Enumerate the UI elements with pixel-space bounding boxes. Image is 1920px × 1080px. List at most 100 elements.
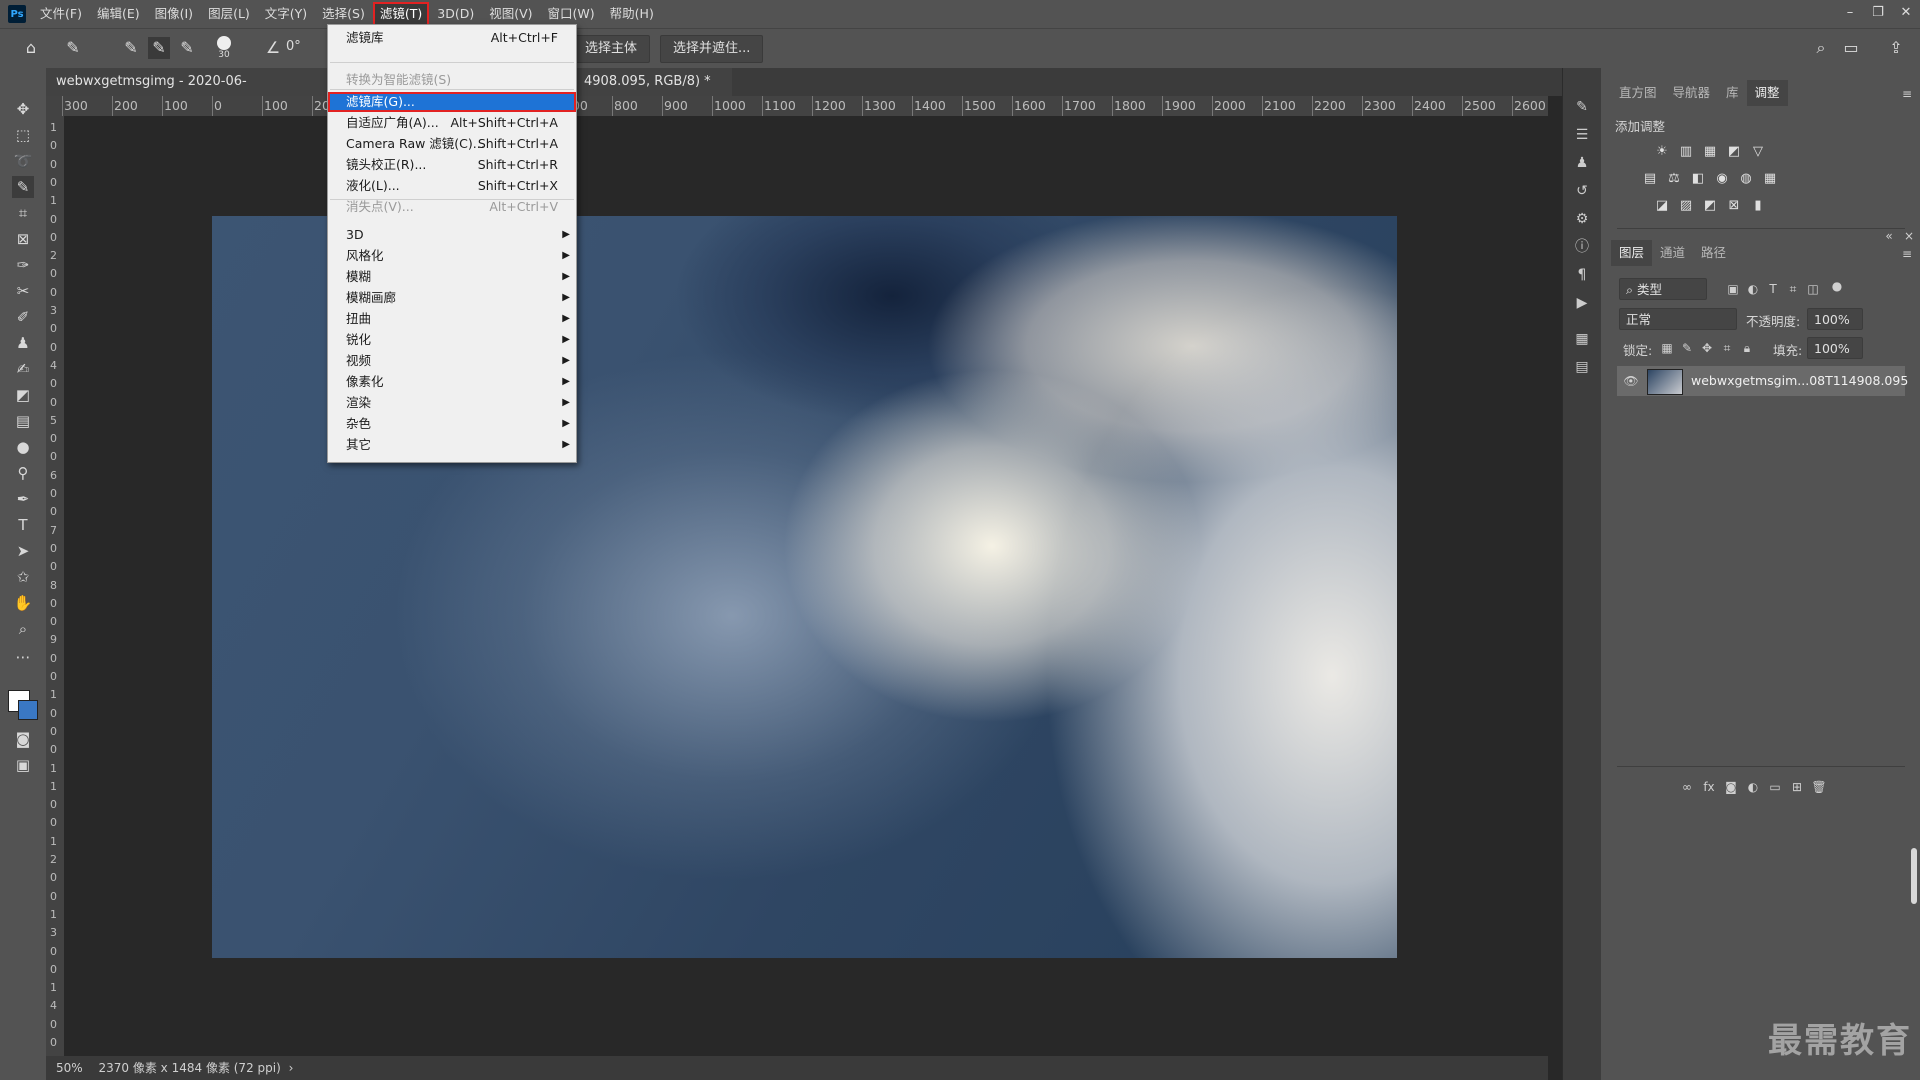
lock-position-icon[interactable]: ✥ [1699,340,1715,356]
home-icon[interactable]: ⌂ [20,37,42,59]
layer-comps-icon[interactable]: ▦ [1573,330,1591,348]
tab-paths[interactable]: 路径 [1693,240,1734,266]
eyedropper-tool-icon[interactable]: ✑ [12,254,34,276]
invert-icon[interactable]: ◪ [1653,198,1671,214]
document-tab[interactable]: webwxgetmsgimg - 2020-06-08T114908.095-1 [46,68,351,117]
filter-toggle-icon[interactable]: ● [1829,278,1845,294]
filter-menu-item[interactable]: 滤镜库 Alt+Ctrl+F [328,28,576,48]
select-and-mask-button[interactable]: 选择并遮住... [660,35,764,63]
marquee-tool-icon[interactable]: ⬚ [12,124,34,146]
background-color-swatch[interactable] [18,700,38,720]
properties-icon[interactable]: ☰ [1573,126,1591,144]
tab-adjustments[interactable]: 调整 [1746,80,1788,106]
menu-image[interactable]: 图像(I) [149,3,199,25]
document-tab-rest[interactable]: 4908.095, RGB/8) * × [574,68,732,117]
new-adjustment-layer-icon[interactable]: ◐ [1745,779,1761,795]
filter-menu-item[interactable]: 杂色 ▶ [328,414,576,434]
delete-layer-icon[interactable]: 🗑︎ [1811,779,1827,795]
hand-tool-icon[interactable]: ✋ [12,592,34,614]
clone-source-icon[interactable]: ♟ [1573,154,1591,172]
history-icon[interactable]: ↺ [1573,182,1591,200]
hue-saturation-icon[interactable]: ▤ [1641,171,1659,187]
tab-library[interactable]: 库 [1718,80,1747,106]
menu-help[interactable]: 帮助(H) [604,3,660,25]
search-icon[interactable]: ⌕ [1810,37,1832,59]
layer-row[interactable]: 👁︎ webwxgetmsgim...08T114908.095 [1617,366,1908,396]
smart-object-filter-icon[interactable]: ◫ [1805,281,1821,297]
menu-select[interactable]: 选择(S) [316,3,371,25]
minimize-icon[interactable]: – [1836,0,1864,24]
add-mask-icon[interactable]: ◙ [1723,779,1739,795]
layer-style-fx-icon[interactable]: fx [1701,779,1717,795]
filter-menu-item[interactable]: 3D ▶ [328,225,576,245]
frame-tool-icon[interactable]: ⊠ [12,228,34,250]
photo-filter-icon[interactable]: ◉ [1713,171,1731,187]
close-panel-icon[interactable]: × [1901,228,1917,244]
fill-field[interactable]: 100% [1807,337,1863,359]
lock-all-icon[interactable]: 🔒︎ [1739,340,1755,356]
quick-mask-icon[interactable]: ◙ [12,728,34,750]
color-lookup-icon[interactable]: ▦ [1761,171,1779,187]
subtract-selection-icon[interactable]: ✎ [176,37,198,59]
filter-menu-item[interactable]: 模糊画廊 ▶ [328,288,576,308]
filter-menu-item[interactable]: 自适应广角(A)... Alt+Shift+Ctrl+A [328,113,576,133]
path-selection-tool-icon[interactable]: ➤ [12,540,34,562]
paragraph-icon[interactable]: ¶ [1573,266,1591,284]
type-tool-icon[interactable]: T [12,514,34,536]
panel-scrollbar[interactable] [1911,848,1917,904]
layer-name[interactable]: webwxgetmsgim...08T114908.095 [1691,373,1908,388]
dodge-tool-icon[interactable]: ⚲ [12,462,34,484]
new-layer-icon[interactable]: ⊞ [1789,779,1805,795]
lock-artboard-icon[interactable]: ⌗ [1719,340,1735,356]
crop-tool-icon[interactable]: ⌗ [12,202,34,224]
quick-select-tool-icon[interactable]: ✎ [62,37,84,59]
select-subject-button[interactable]: 选择主体 [572,35,651,63]
type-filter-icon[interactable]: T [1765,281,1781,297]
filter-menu-item[interactable]: Camera Raw 滤镜(C)... Shift+Ctrl+A [328,134,576,154]
tab-channels[interactable]: 通道 [1652,240,1693,266]
posterize-icon[interactable]: ▨ [1677,198,1695,214]
menu-filter[interactable]: 滤镜(T) [372,2,430,26]
filter-menu-item[interactable]: 模糊 ▶ [328,267,576,287]
menu-3d[interactable]: 3D(D) [431,3,480,25]
lock-pixels-icon[interactable]: ✎ [1679,340,1695,356]
info-icon[interactable]: ⓘ [1573,238,1591,256]
blur-tool-icon[interactable]: ● [12,436,34,458]
selective-color-icon[interactable]: ⊠ [1725,198,1743,214]
blend-mode-select[interactable]: 正常 [1619,308,1737,330]
new-group-icon[interactable]: ▭ [1767,779,1783,795]
lock-transparent-icon[interactable]: ▦ [1659,340,1675,356]
actions-play-icon[interactable]: ▶ [1573,294,1591,312]
brush-settings-icon[interactable]: ✎ [1573,98,1591,116]
visibility-eye-icon[interactable]: 👁︎ [1623,373,1639,389]
menu-type[interactable]: 文字(Y) [259,3,313,25]
curves-icon[interactable]: ▦ [1701,144,1719,160]
menu-file[interactable]: 文件(F) [34,3,88,25]
brush-size-picker[interactable]: 30 [214,36,234,62]
black-white-icon[interactable]: ◧ [1689,171,1707,187]
filter-menu-item[interactable]: 锐化 ▶ [328,330,576,350]
menu-view[interactable]: 视图(V) [483,3,538,25]
history-brush-tool-icon[interactable]: ✍ [12,358,34,380]
zoom-tool-icon[interactable]: ⌕ [12,618,34,640]
notes-icon[interactable]: ▤ [1573,358,1591,376]
filter-menu-item[interactable]: 其它 ▶ [328,435,576,455]
shape-filter-icon[interactable]: ⌗ [1785,281,1801,297]
shape-tool-icon[interactable]: ✩ [12,566,34,588]
more-tools-icon[interactable]: ⋯ [12,646,34,668]
tab-navigator[interactable]: 导航器 [1665,80,1719,106]
restore-icon[interactable]: ❐ [1864,0,1892,24]
clone-stamp-tool-icon[interactable]: ♟ [12,332,34,354]
channel-mixer-icon[interactable]: ◍ [1737,171,1755,187]
move-tool-icon[interactable]: ✥ [12,98,34,120]
color-balance-icon[interactable]: ⚖ [1665,171,1683,187]
filter-menu-item[interactable]: 渲染 ▶ [328,393,576,413]
filter-menu-item[interactable]: 滤镜库(G)... [328,92,576,112]
new-selection-icon[interactable]: ✎ [120,37,142,59]
vibrance-icon[interactable]: ▽ [1749,144,1767,160]
tab-histogram[interactable]: 直方图 [1611,80,1665,106]
character-icon[interactable]: ⚙ [1573,210,1591,228]
zoom-level[interactable]: 50% [56,1061,83,1075]
lasso-tool-icon[interactable]: ➰ [12,150,34,172]
filter-menu-item[interactable]: 液化(L)... Shift+Ctrl+X [328,176,576,196]
